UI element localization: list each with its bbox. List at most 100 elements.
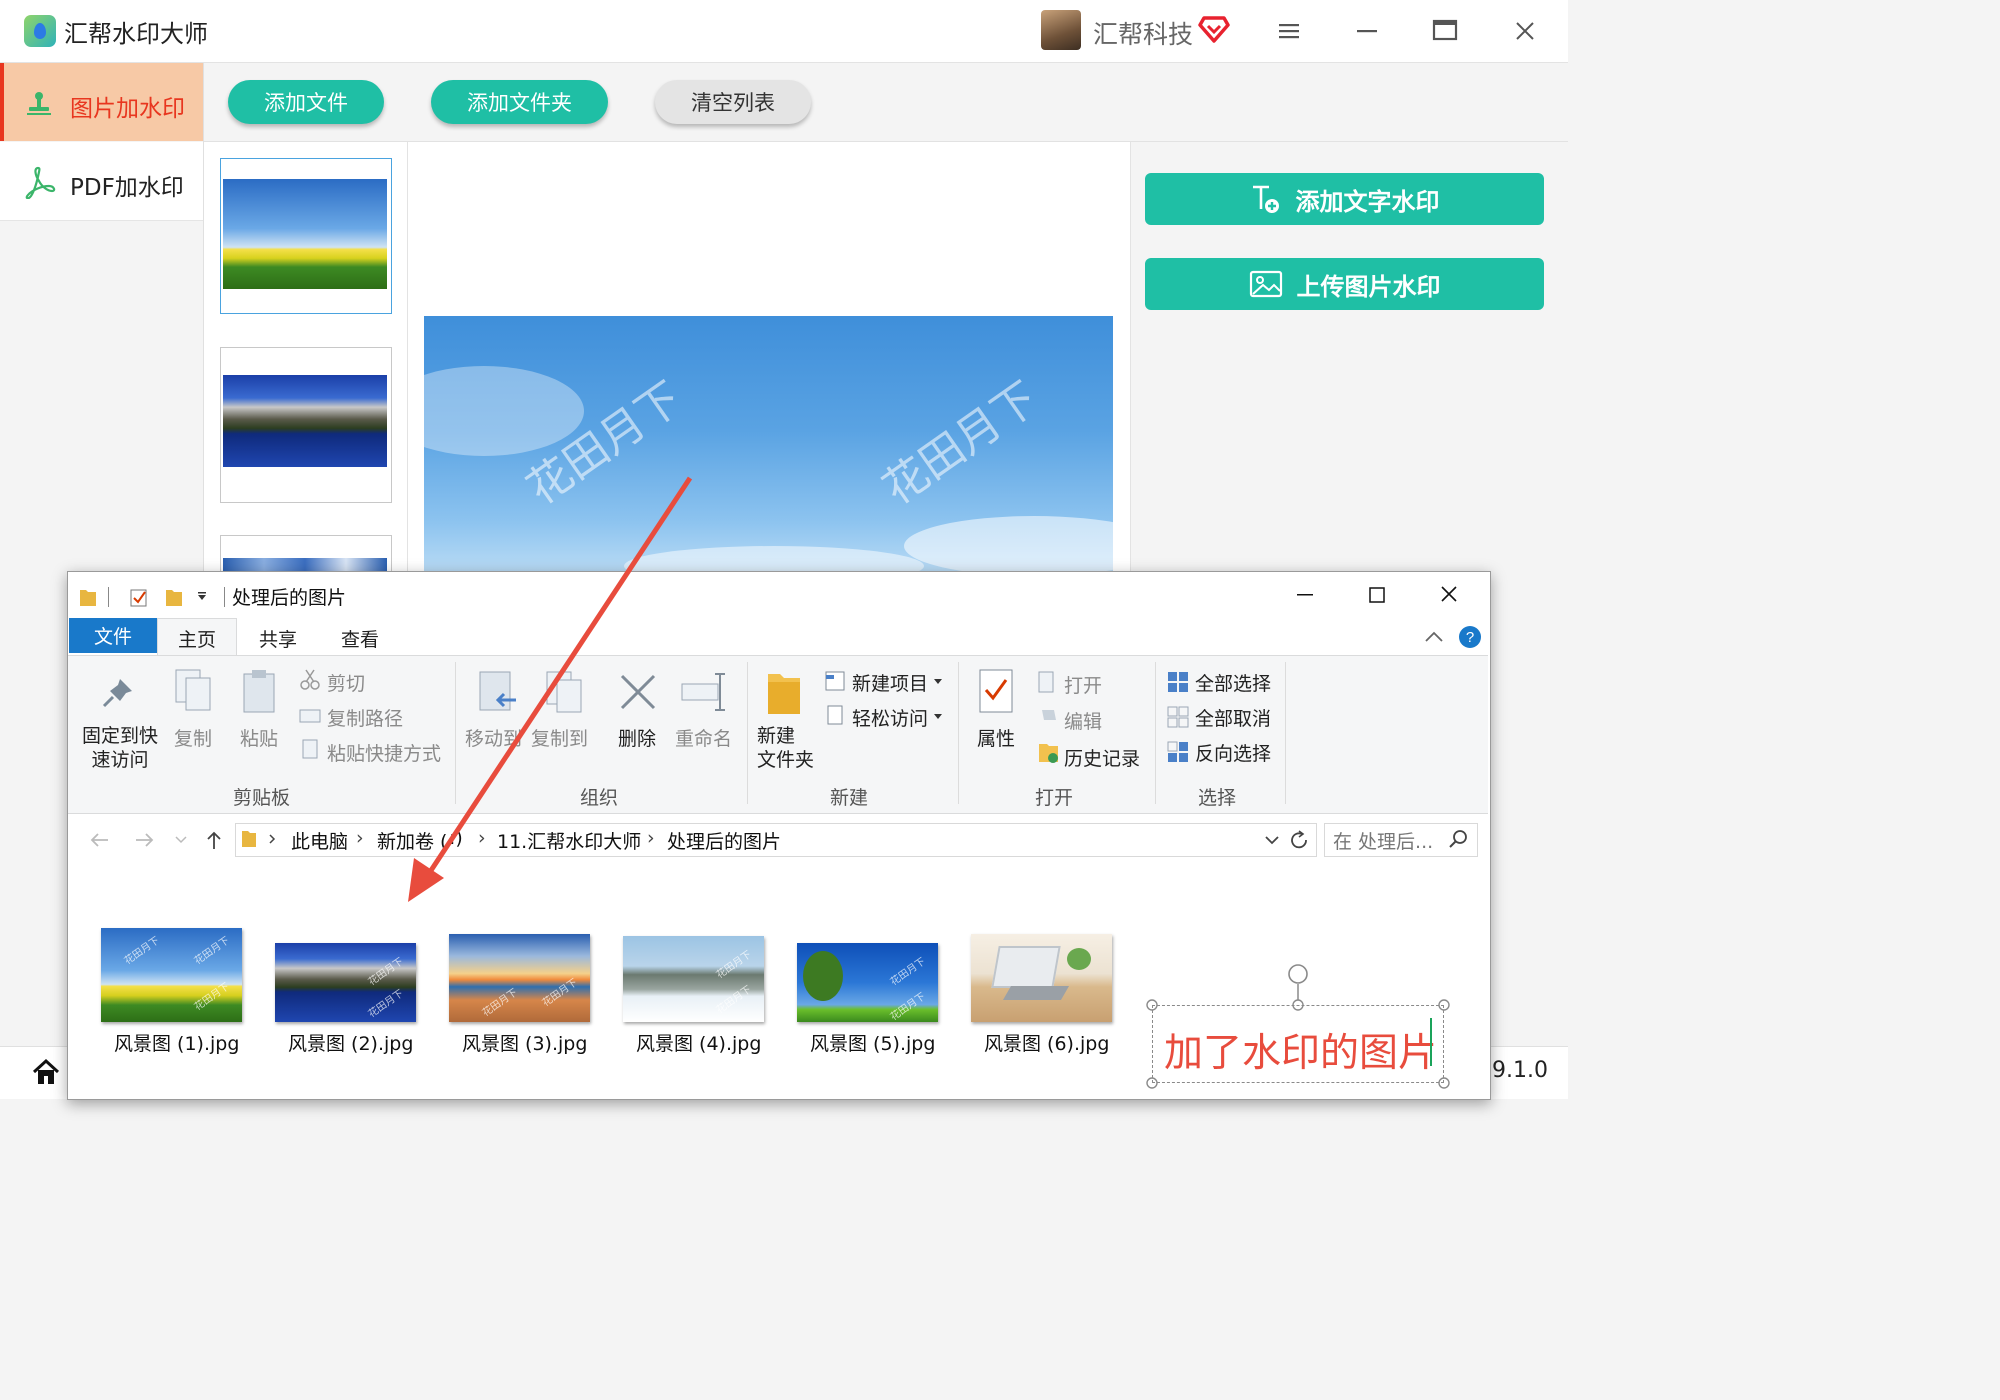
app-title: 汇帮水印大师	[64, 20, 208, 48]
breadcrumb-item[interactable]: 处理后的图片	[667, 827, 781, 854]
recent-icon	[175, 836, 187, 844]
file-thumbnail: 花田月下 花田月下	[275, 943, 416, 1022]
breadcrumb-item[interactable]: 11.汇帮水印大师	[497, 827, 641, 854]
select-all-button[interactable]: 全部选择	[1195, 669, 1271, 696]
tab-file[interactable]: 文件	[69, 618, 157, 653]
file-item[interactable]: 花田月下 花田月下 风景图 (4).jpg	[622, 926, 770, 1056]
window-controls	[1297, 586, 1457, 603]
file-thumbnail: 花田月下 花田月下	[449, 934, 590, 1022]
minimize-icon	[1297, 594, 1313, 596]
file-thumbnail: 花田月下 花田月下	[623, 936, 764, 1022]
tab-view[interactable]: 查看	[341, 625, 379, 652]
new-folder-button[interactable]: 新建 文件夹	[757, 724, 814, 772]
copy-icon	[175, 669, 211, 711]
avatar[interactable]	[1041, 10, 1081, 50]
breadcrumb-separator: ›	[356, 827, 364, 849]
file-item[interactable]: 风景图 (6).jpg	[970, 926, 1118, 1056]
rename-icon	[681, 673, 725, 711]
file-name: 风景图 (3).jpg	[462, 1033, 588, 1055]
collapse-ribbon-icon	[1425, 631, 1443, 642]
delete-icon	[620, 674, 656, 710]
chevron-down-icon	[1265, 836, 1279, 845]
new-item-icons	[825, 671, 845, 725]
paste-icon	[243, 670, 275, 713]
breadcrumb-item[interactable]: 此电脑	[291, 827, 348, 854]
history-button[interactable]: 历史记录	[1064, 744, 1140, 771]
maximize-icon[interactable]	[1432, 18, 1458, 42]
paste-shortcut-button[interactable]: 粘贴快捷方式	[327, 739, 441, 766]
dropdown-arrows	[934, 679, 942, 719]
forward-icon	[136, 833, 154, 847]
rename-button[interactable]: 重命名	[675, 724, 732, 751]
home-icon[interactable]	[32, 1058, 60, 1086]
back-icon	[90, 833, 108, 847]
select-none-button[interactable]: 全部取消	[1195, 704, 1271, 731]
open-button[interactable]: 打开	[1064, 671, 1102, 698]
add-file-button[interactable]: 添加文件	[228, 80, 384, 124]
new-folder-icon	[768, 674, 800, 714]
add-text-watermark-label: 添加文字水印	[1295, 187, 1440, 216]
file-item[interactable]: 花田月下 花田月下 风景图 (3).jpg	[448, 926, 596, 1056]
tab-share[interactable]: 共享	[259, 625, 297, 652]
file-item[interactable]: 花田月下 花田月下 花田月下 风景图 (1).jpg	[100, 926, 248, 1056]
sidebar-item-label: PDF加水印	[70, 175, 184, 201]
copy-to-button[interactable]: 复制到	[531, 724, 588, 751]
version-label: 9.1.0	[1492, 1058, 1548, 1083]
copy-button[interactable]: 复制	[174, 724, 212, 751]
annotation-text: 加了水印的图片	[1164, 1031, 1438, 1076]
pdf-icon	[25, 166, 56, 199]
delete-button[interactable]: 删除	[618, 724, 656, 751]
select-group-label: 选择	[1198, 787, 1237, 809]
user-name[interactable]: 汇帮科技	[1093, 15, 1193, 51]
tab-home[interactable]: 主页	[178, 625, 216, 652]
sidebar-item-label: 图片加水印	[70, 96, 185, 122]
minimize-icon[interactable]	[1355, 20, 1379, 42]
file-name: 风景图 (4).jpg	[636, 1033, 762, 1055]
file-name: 风景图 (5).jpg	[810, 1033, 936, 1055]
app-logo-icon	[24, 15, 56, 47]
image-icon	[1249, 270, 1282, 298]
file-item[interactable]: 花田月下 花田月下 风景图 (5).jpg	[796, 926, 944, 1056]
invert-selection-button[interactable]: 反向选择	[1195, 739, 1271, 766]
edit-button[interactable]: 编辑	[1064, 707, 1102, 734]
easy-access-button[interactable]: 轻松访问	[852, 704, 928, 731]
file-item[interactable]: 花田月下 花田月下 风景图 (2).jpg	[274, 926, 422, 1056]
add-text-watermark-button[interactable]: 添加文字水印	[1145, 173, 1544, 225]
pin-to-quick-access-button[interactable]: 固定到快 速访问	[82, 724, 158, 772]
breadcrumb-separator: ›	[478, 827, 486, 849]
thumbnail-item[interactable]	[220, 158, 392, 314]
move-to-button[interactable]: 移动到	[465, 724, 522, 751]
nav-buttons	[90, 831, 221, 849]
clear-list-button[interactable]: 清空列表	[655, 80, 811, 124]
title-bar	[0, 0, 1568, 63]
ribbon-separator	[455, 662, 456, 804]
cut-button[interactable]: 剪切	[327, 669, 365, 696]
vip-diamond-icon[interactable]	[1198, 14, 1230, 44]
properties-button[interactable]: 属性	[977, 724, 1015, 751]
folder-path-icon	[242, 831, 276, 847]
close-icon[interactable]	[1512, 18, 1538, 44]
explorer-title: 处理后的图片	[232, 587, 347, 609]
text-add-icon	[1252, 185, 1279, 213]
ribbon-separator	[747, 662, 748, 804]
search-icon[interactable]	[1448, 828, 1470, 850]
new-item-button[interactable]: 新建项目	[852, 669, 928, 696]
search-placeholder: 在 处理后...	[1333, 831, 1434, 853]
clipboard-small-icons	[299, 669, 321, 759]
open-group-label: 打开	[1035, 787, 1074, 809]
select-small-icons	[1167, 672, 1189, 762]
paste-button[interactable]: 粘贴	[240, 724, 278, 751]
upload-image-watermark-button[interactable]: 上传图片水印	[1145, 258, 1544, 310]
menu-icon[interactable]	[1278, 20, 1300, 42]
copy-path-button[interactable]: 复制路径	[327, 704, 403, 731]
thumbnail-item[interactable]	[220, 347, 392, 503]
move-to-icon	[479, 671, 516, 711]
breadcrumb-item[interactable]: 新加卷 (	[377, 827, 447, 854]
upload-image-watermark-label: 上传图片水印	[1296, 272, 1441, 301]
up-icon	[207, 831, 221, 849]
add-folder-button[interactable]: 添加文件夹	[431, 80, 608, 124]
properties-icon	[979, 669, 1013, 713]
open-small-icons	[1038, 671, 1058, 763]
svg-text:?: ?	[1466, 629, 1474, 646]
organize-group-label: 组织	[580, 787, 619, 809]
